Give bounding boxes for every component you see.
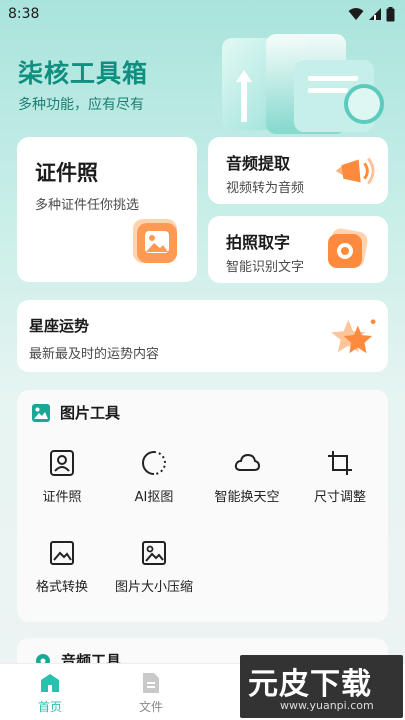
card-audio-extract-title: 音频提取 bbox=[226, 154, 291, 173]
tool-ai-cutout[interactable]: AI抠图 bbox=[108, 450, 200, 505]
tool-ai-cutout-label: AI抠图 bbox=[134, 490, 174, 505]
status-icons bbox=[348, 6, 395, 22]
tool-resize[interactable]: 尺寸调整 bbox=[294, 450, 386, 505]
signal-icon bbox=[369, 8, 381, 20]
image-tools-title: 图片工具 bbox=[60, 404, 121, 422]
tool-id-photo-label: 证件照 bbox=[42, 490, 82, 505]
image-tools-header: 图片工具 bbox=[32, 402, 120, 423]
wifi-icon bbox=[348, 8, 364, 20]
card-id-photo-title: 证件照 bbox=[35, 161, 98, 185]
card-audio-extract[interactable]: 音频提取 视频转为音频 bbox=[208, 137, 388, 204]
app-title: 柒核工具箱 bbox=[18, 59, 149, 88]
portrait-icon bbox=[50, 450, 74, 476]
image-tools-icon bbox=[32, 403, 50, 422]
document-illustration-icon bbox=[222, 34, 384, 134]
file-icon bbox=[143, 673, 159, 693]
photo-icon bbox=[133, 219, 177, 263]
image-frame-icon bbox=[50, 541, 74, 565]
watermark-url: www.yuanpi.com bbox=[280, 699, 374, 712]
card-photo-text-subtitle: 智能识别文字 bbox=[226, 260, 305, 275]
tool-format-convert-label: 格式转换 bbox=[35, 580, 88, 595]
tool-compress-image[interactable]: 图片大小压缩 bbox=[108, 540, 200, 595]
nav-files-label: 文件 bbox=[138, 700, 163, 714]
status-time: 8:38 bbox=[8, 6, 40, 22]
card-id-photo-subtitle: 多种证件任你挑选 bbox=[35, 198, 140, 213]
card-horoscope[interactable]: 星座运势 最新最及时的运势内容 bbox=[17, 300, 388, 372]
hero-banner: 柒核工具箱 多种功能，应有尽有 bbox=[0, 28, 405, 138]
cloud-icon bbox=[234, 453, 260, 471]
nav-home[interactable]: 首页 bbox=[15, 672, 85, 715]
card-audio-extract-subtitle: 视频转为音频 bbox=[226, 181, 305, 196]
sound-waves-icon bbox=[335, 157, 375, 185]
card-photo-text-title: 拍照取字 bbox=[226, 233, 291, 252]
tool-sky-replace[interactable]: 智能换天空 bbox=[201, 450, 293, 505]
nav-files[interactable]: 文件 bbox=[116, 672, 186, 715]
tool-sky-replace-label: 智能换天空 bbox=[214, 490, 280, 505]
watermark-logo: 元皮下载 www.yuanpi.com bbox=[240, 655, 403, 718]
camera-icon bbox=[328, 228, 368, 268]
card-horoscope-title: 星座运势 bbox=[29, 317, 90, 335]
tool-resize-label: 尺寸调整 bbox=[313, 490, 366, 505]
home-icon bbox=[41, 674, 59, 692]
card-photo-text[interactable]: 拍照取字 智能识别文字 bbox=[208, 216, 388, 283]
image-tools-panel: 图片工具 证件照 AI抠图 智能换天空 尺寸调整 格式转换 图片大小压缩 bbox=[17, 390, 388, 622]
battery-icon bbox=[386, 6, 395, 21]
card-horoscope-subtitle: 最新最及时的运势内容 bbox=[29, 347, 160, 362]
app-subtitle: 多种功能，应有尽有 bbox=[18, 97, 144, 113]
tool-format-convert[interactable]: 格式转换 bbox=[16, 540, 108, 595]
compress-image-icon bbox=[142, 541, 166, 565]
card-id-photo[interactable]: 证件照 多种证件任你挑选 bbox=[17, 137, 197, 282]
crop-icon bbox=[328, 451, 352, 475]
watermark-text: 元皮下载 bbox=[248, 667, 372, 702]
nav-home-label: 首页 bbox=[37, 700, 62, 714]
star-sparkle-icon bbox=[331, 319, 376, 354]
tool-id-photo[interactable]: 证件照 bbox=[16, 450, 108, 505]
status-bar: 8:38 bbox=[0, 0, 405, 28]
cutout-icon bbox=[142, 451, 166, 475]
tool-compress-image-label: 图片大小压缩 bbox=[114, 580, 193, 595]
